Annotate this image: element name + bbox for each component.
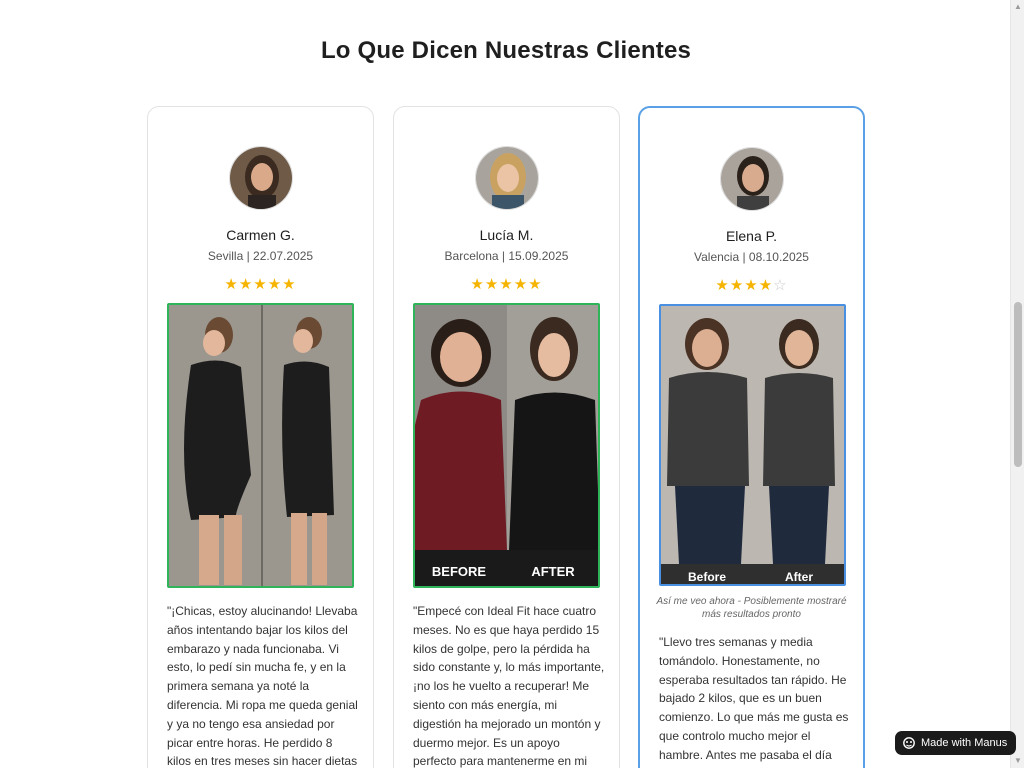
testimonial-quote: "¡Chicas, estoy alucinando! Llevaba años… — [167, 604, 358, 768]
scroll-up-arrow-icon[interactable]: ▲ — [1013, 2, 1023, 12]
customer-location-date: Sevilla | 22.07.2025 — [207, 249, 314, 263]
testimonial-quote: "Empecé con Ideal Fit hace cuatro meses.… — [413, 604, 605, 768]
customer-name: Lucía M. — [479, 227, 534, 243]
photo-before-label: Before — [688, 570, 726, 584]
before-after-photo: BEFORE AFTER — [413, 303, 600, 588]
star-icon: ★ — [758, 277, 774, 294]
star-icon: ★ — [253, 276, 268, 293]
star-icon: ★ — [715, 277, 730, 294]
photo-before-label: BEFORE — [432, 564, 487, 579]
star-rating: ★★★★☆ — [640, 276, 863, 294]
avatar — [719, 147, 784, 211]
star-icon: ★ — [470, 276, 485, 293]
customer-location-date: Barcelona | 15.09.2025 — [444, 249, 569, 263]
star-rating: ★★★★★ — [394, 275, 619, 293]
testimonial-card-highlighted: Elena P. Valencia | 08.10.2025 ★★★★☆ Bef… — [638, 106, 865, 768]
star-icon: ★ — [729, 277, 745, 294]
testimonial-card: Lucía M. Barcelona | 15.09.2025 ★★★★★ BE… — [393, 106, 620, 768]
testimonials-page: Lo Que Dicen Nuestras Clientes Carmen G.… — [0, 0, 1010, 768]
star-empty-icon: ☆ — [773, 277, 788, 294]
testimonial-card: Carmen G. Sevilla | 22.07.2025 ★★★★★ "¡C… — [147, 106, 374, 768]
customer-name: Elena P. — [725, 228, 778, 244]
star-icon: ★ — [484, 276, 500, 293]
manus-logo-icon — [903, 737, 915, 749]
customer-location-date: Valencia | 08.10.2025 — [694, 250, 809, 264]
made-with-label: Made with Manus — [921, 737, 1008, 749]
photo-after-label: After — [785, 570, 813, 584]
star-icon: ★ — [744, 277, 759, 294]
avatar — [474, 146, 539, 210]
star-icon: ★ — [513, 276, 529, 293]
section-title: Lo Que Dicen Nuestras Clientes — [320, 37, 692, 64]
star-icon: ★ — [528, 276, 543, 293]
star-icon: ★ — [238, 276, 254, 293]
customer-name: Carmen G. — [226, 227, 295, 243]
before-after-photo: Before After — [659, 304, 846, 586]
avatar — [228, 146, 293, 210]
star-icon: ★ — [282, 276, 297, 293]
scroll-down-arrow-icon[interactable]: ▼ — [1013, 756, 1023, 766]
photo-caption: Así me veo ahora - Posiblemente mostraré… — [656, 596, 847, 620]
star-rating: ★★★★★ — [148, 275, 373, 293]
star-icon: ★ — [224, 276, 239, 293]
scroll-thumb[interactable] — [1014, 302, 1022, 467]
star-icon: ★ — [499, 276, 514, 293]
before-after-photo — [167, 303, 354, 588]
testimonial-quote: "Llevo tres semanas y media tomándolo. H… — [659, 635, 849, 768]
made-with-manus-badge[interactable]: Made with Manus — [895, 731, 1017, 755]
star-icon: ★ — [267, 276, 283, 293]
photo-after-label: AFTER — [531, 564, 575, 579]
vertical-scrollbar[interactable]: ▲ ▼ — [1010, 0, 1024, 768]
